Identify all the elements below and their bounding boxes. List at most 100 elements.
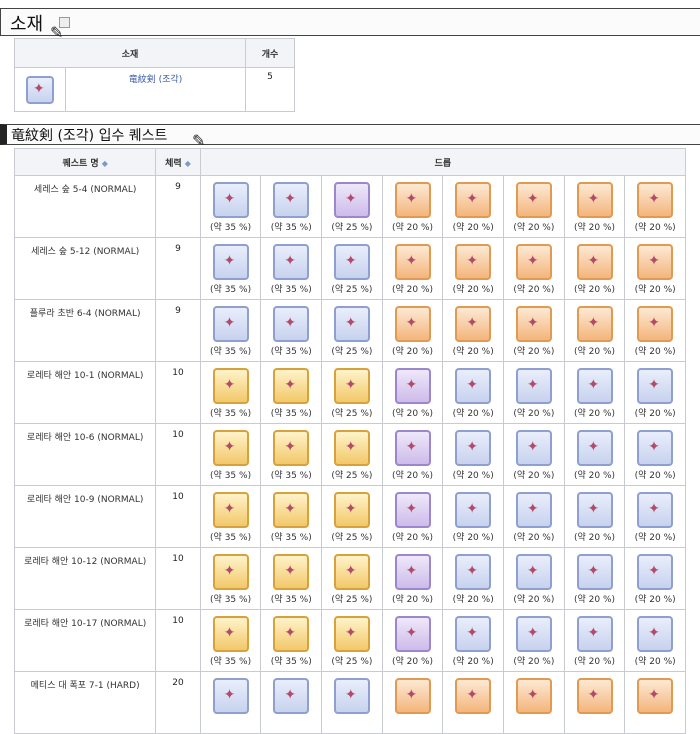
item-icon[interactable]: ✦ [637, 554, 674, 590]
item-icon[interactable]: ✦ [576, 492, 613, 528]
item-icon[interactable]: ✦ [576, 182, 613, 218]
drop-cell: ✦ (약 25 %) [321, 547, 383, 610]
item-icon[interactable]: ✦ [515, 678, 552, 714]
item-icon[interactable]: ✦ [394, 244, 431, 280]
item-icon[interactable]: ✦ [212, 368, 249, 404]
sword-fragment-icon[interactable]: ✦ [26, 75, 54, 104]
item-icon[interactable]: ✦ [394, 182, 431, 218]
item-icon[interactable]: ✦ [515, 244, 552, 280]
item-icon[interactable]: ✦ [273, 182, 310, 218]
item-icon[interactable]: ✦ [394, 554, 431, 590]
item-icon[interactable]: ✦ [455, 244, 492, 280]
item-icon[interactable]: ✦ [576, 244, 613, 280]
item-icon[interactable]: ✦ [637, 306, 674, 342]
item-glyph: ✦ [526, 439, 539, 455]
item-icon[interactable]: ✦ [273, 554, 310, 590]
item-icon[interactable]: ✦ [333, 368, 370, 404]
item-icon[interactable]: ✦ [455, 430, 492, 466]
item-icon[interactable]: ✦ [515, 368, 552, 404]
item-glyph: ✦ [405, 625, 418, 641]
drop-rate: (약 35 %) [270, 347, 312, 357]
item-icon[interactable]: ✦ [576, 616, 613, 652]
item-icon[interactable]: ✦ [637, 182, 674, 218]
drop-cell: ✦ [381, 671, 444, 734]
item-icon[interactable]: ✦ [515, 306, 552, 342]
item-icon[interactable]: ✦ [212, 244, 249, 280]
item-icon[interactable]: ✦ [576, 306, 613, 342]
edit-pencil-icon[interactable]: ✎ [50, 23, 63, 42]
item-icon[interactable]: ✦ [637, 430, 674, 466]
item-icon[interactable]: ✦ [273, 244, 310, 280]
drop-cell: ✦ (약 35 %) [199, 609, 262, 672]
item-icon[interactable]: ✦ [333, 678, 370, 714]
edit-pencil-icon[interactable]: ✎ [192, 131, 205, 150]
item-icon[interactable]: ✦ [333, 244, 370, 280]
item-icon[interactable]: ✦ [212, 182, 249, 218]
materials-table: 소재 개수 ✦ 竜紋剣 (조각) 5 [14, 38, 295, 112]
window-icon[interactable] [59, 17, 70, 28]
table-row: 세레스 숲 5-4 (NORMAL) 9 ✦ (약 35 %) ✦ (약 35 %) ✦ (약… [13, 175, 686, 238]
item-icon[interactable]: ✦ [273, 368, 310, 404]
sort-icon[interactable]: ◆ [185, 159, 191, 168]
item-icon[interactable]: ✦ [455, 678, 492, 714]
item-icon[interactable]: ✦ [637, 616, 674, 652]
item-icon[interactable]: ✦ [333, 306, 370, 342]
item-icon[interactable]: ✦ [333, 182, 370, 218]
item-icon[interactable]: ✦ [273, 306, 310, 342]
item-icon[interactable]: ✦ [576, 678, 613, 714]
material-link[interactable]: 竜紋剣 (조각) [129, 75, 182, 85]
item-glyph: ✦ [223, 501, 236, 517]
col-header-quest-name[interactable]: 퀘스트 명 ◆ [13, 148, 157, 176]
item-icon[interactable]: ✦ [394, 430, 431, 466]
item-icon[interactable]: ✦ [212, 492, 249, 528]
drop-rate: (약 20 %) [573, 347, 616, 357]
item-icon[interactable]: ✦ [637, 492, 674, 528]
item-icon[interactable]: ✦ [273, 492, 310, 528]
header-label: 체력 [165, 158, 182, 169]
table-row: 로레타 해안 10-17 (NORMAL) 10 ✦ (약 35 %) ✦ (약 35 %… [13, 609, 686, 672]
quest-name: 로레타 해안 10-6 (NORMAL) [13, 423, 157, 486]
drop-rate: (약 20 %) [573, 471, 616, 481]
item-icon[interactable]: ✦ [637, 678, 674, 714]
item-icon[interactable]: ✦ [576, 368, 613, 404]
item-icon[interactable]: ✦ [455, 306, 492, 342]
item-glyph: ✦ [344, 625, 357, 641]
item-icon[interactable]: ✦ [515, 616, 552, 652]
item-icon[interactable]: ✦ [576, 554, 613, 590]
item-icon[interactable]: ✦ [394, 368, 431, 404]
item-icon[interactable]: ✦ [212, 616, 249, 652]
item-icon[interactable]: ✦ [455, 616, 492, 652]
item-icon[interactable]: ✦ [515, 492, 552, 528]
item-icon[interactable]: ✦ [637, 368, 674, 404]
item-icon[interactable]: ✦ [515, 430, 552, 466]
item-icon[interactable]: ✦ [576, 430, 613, 466]
item-icon[interactable]: ✦ [455, 182, 492, 218]
item-icon[interactable]: ✦ [212, 430, 249, 466]
drop-rate: (약 20 %) [634, 471, 676, 481]
item-icon[interactable]: ✦ [455, 368, 492, 404]
item-icon[interactable]: ✦ [455, 492, 492, 528]
item-icon[interactable]: ✦ [394, 492, 431, 528]
item-icon[interactable]: ✦ [515, 182, 552, 218]
col-header-stamina[interactable]: 체력 ◆ [155, 148, 201, 176]
col-header-count: 개수 [245, 38, 295, 68]
item-icon[interactable]: ✦ [394, 616, 431, 652]
item-icon[interactable]: ✦ [273, 430, 310, 466]
item-icon[interactable]: ✦ [637, 244, 674, 280]
item-icon[interactable]: ✦ [333, 554, 370, 590]
item-icon[interactable]: ✦ [455, 554, 492, 590]
item-icon[interactable]: ✦ [212, 678, 249, 714]
item-icon[interactable]: ✦ [212, 306, 249, 342]
item-icon[interactable]: ✦ [333, 492, 370, 528]
item-icon[interactable]: ✦ [333, 616, 370, 652]
item-icon[interactable]: ✦ [394, 306, 431, 342]
drop-rate: (약 25 %) [331, 285, 373, 295]
drop-rate: (약 20 %) [392, 471, 434, 481]
item-icon[interactable]: ✦ [394, 678, 431, 714]
item-icon[interactable]: ✦ [273, 678, 310, 714]
sort-icon[interactable]: ◆ [102, 159, 108, 168]
item-icon[interactable]: ✦ [333, 430, 370, 466]
item-icon[interactable]: ✦ [212, 554, 249, 590]
item-icon[interactable]: ✦ [273, 616, 310, 652]
item-icon[interactable]: ✦ [515, 554, 552, 590]
